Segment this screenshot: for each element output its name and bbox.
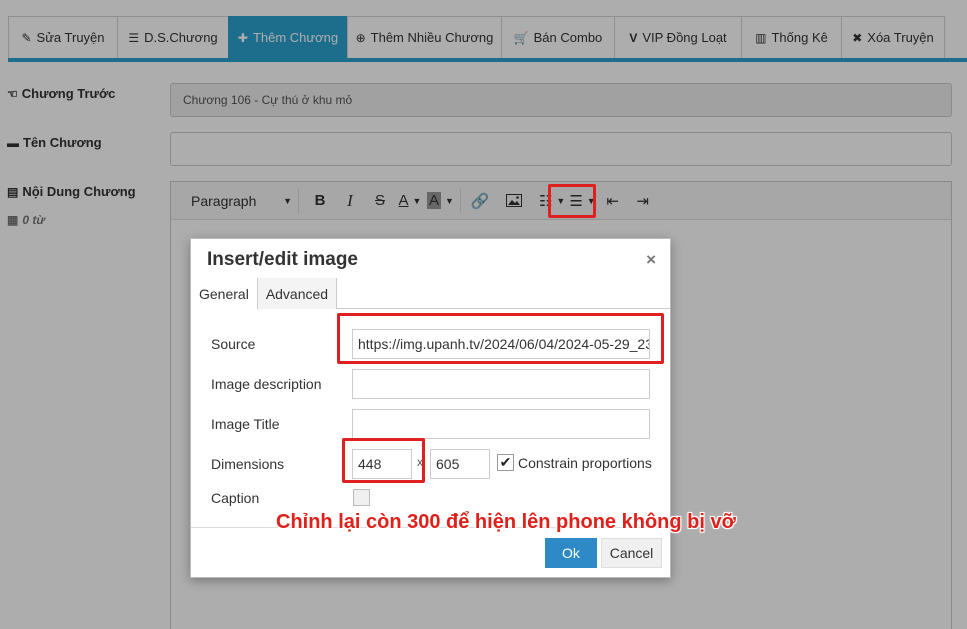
- constrain-proportions-checkbox[interactable]: ✔: [497, 454, 514, 471]
- dialog-title: Insert/edit image: [207, 249, 358, 270]
- tab-general[interactable]: General: [191, 278, 258, 310]
- width-highlight: [342, 438, 425, 483]
- constrain-proportions-label: Constrain proportions: [518, 455, 652, 471]
- image-title-label: Image Title: [211, 416, 280, 432]
- caption-checkbox[interactable]: [353, 489, 370, 506]
- annotation-text: Chỉnh lại còn 300 để hiện lên phone khôn…: [276, 511, 736, 533]
- ok-button[interactable]: Ok: [545, 538, 597, 568]
- checkmark-icon: ✔: [499, 454, 512, 470]
- height-input[interactable]: 605: [430, 449, 490, 479]
- height-value: 605: [436, 456, 460, 472]
- cancel-button[interactable]: Cancel: [601, 538, 662, 568]
- close-icon[interactable]: ×: [646, 250, 656, 270]
- source-highlight: [337, 313, 664, 364]
- dimensions-label: Dimensions: [211, 456, 285, 472]
- image-description-input[interactable]: [352, 369, 650, 399]
- image-description-label: Image description: [211, 376, 322, 392]
- caption-label: Caption: [211, 490, 260, 506]
- source-label: Source: [211, 336, 256, 352]
- image-title-input[interactable]: [352, 409, 650, 439]
- tab-advanced[interactable]: Advanced: [257, 278, 338, 309]
- dialog-tabs: General Advanced: [191, 278, 670, 310]
- image-button-highlight: [548, 184, 596, 218]
